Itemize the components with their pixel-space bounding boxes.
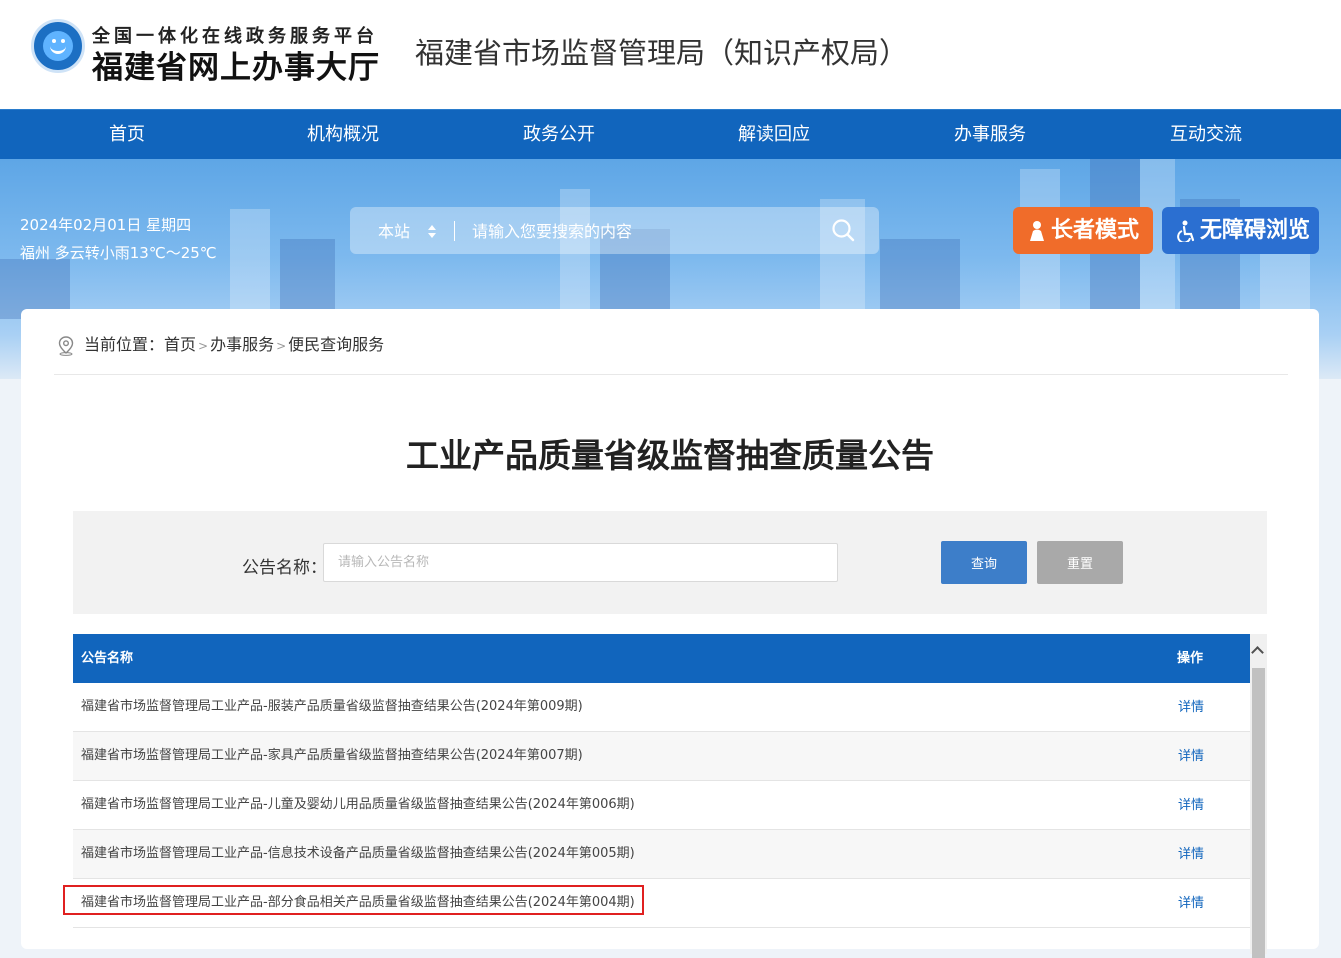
table-row: 福建省市场监督管理局工业产品-家具产品质量省级监督抽查结果公告(2024年第00… — [73, 732, 1250, 781]
table-scrollbar[interactable] — [1250, 634, 1267, 958]
announcement-link[interactable]: 福建省市场监督管理局工业产品-部分食品相关产品质量省级监督抽查结果公告(2024… — [81, 879, 635, 927]
table-row: 福建省市场监督管理局工业产品-部分食品相关产品质量省级监督抽查结果公告(2024… — [63, 879, 1250, 929]
table-row: 福建省市场监督管理局工业产品-儿童及婴幼儿用品质量省级监督抽查结果公告(2024… — [73, 781, 1250, 830]
page-title: 工业产品质量省级监督抽查质量公告 — [406, 436, 934, 475]
table-header: 公告名称 操作 — [73, 634, 1250, 683]
search-scope-select[interactable]: 本站 — [378, 207, 410, 254]
date-weather: 2024年02月01日 星期四 福州 多云转小雨13℃～25℃ — [20, 211, 217, 267]
content-card: 当前位置：首页 > 办事服务 > 便民查询服务 工业产品质量省级监督抽查质量公告 公告名… — [21, 309, 1319, 958]
scroll-up-arrow-icon[interactable] — [1250, 634, 1267, 667]
details-link[interactable]: 详情 — [1178, 732, 1204, 782]
breadcrumb-services[interactable]: 办事服务 — [210, 335, 274, 354]
weather-info: 福州 多云转小雨13℃～25℃ — [20, 244, 217, 262]
site-search: 本站 — [350, 207, 879, 254]
announcement-link[interactable]: 福建省市场监督管理局工业产品-儿童及婴幼儿用品质量省级监督抽查结果公告(2024… — [81, 781, 635, 829]
table-row: 福建省市场监督管理局工业产品-信息技术设备产品质量省级监督抽查结果公告(2024… — [73, 830, 1250, 879]
announcement-link[interactable]: 福建省市场监督管理局工业产品-信息技术设备产品质量省级监督抽查结果公告(2024… — [81, 830, 635, 878]
elder-person-icon — [1030, 221, 1044, 241]
query-button[interactable]: 查询 — [941, 541, 1027, 584]
location-pin-icon — [58, 336, 74, 356]
main-nav: 首页 机构概况 政务公开 解读回应 办事服务 互动交流 — [0, 109, 1341, 160]
details-link[interactable]: 详情 — [1178, 879, 1204, 929]
search-input[interactable] — [470, 215, 804, 248]
nav-item-home[interactable]: 首页 — [19, 110, 235, 160]
breadcrumb-home[interactable]: 首页 — [164, 335, 196, 354]
elder-mode-button[interactable]: 长者模式 — [1013, 207, 1153, 254]
site-header: 全国一体化在线政务服务平台 福建省网上办事大厅 福建省市场监督管理局（知识产权局… — [0, 0, 1341, 109]
column-header-name: 公告名称 — [81, 651, 134, 666]
announcement-name-label: 公告名称： — [242, 558, 327, 578]
nav-item-about[interactable]: 机构概况 — [235, 110, 451, 160]
column-header-action: 操作 — [1177, 651, 1204, 666]
wheelchair-icon — [1177, 220, 1195, 242]
breadcrumb-separator: > — [198, 339, 209, 353]
announcement-name-input[interactable] — [323, 543, 838, 582]
details-link[interactable]: 详情 — [1178, 683, 1204, 733]
breadcrumb-prefix: 当前位置： — [84, 335, 165, 354]
reset-button[interactable]: 重置 — [1037, 541, 1123, 584]
breadcrumb-separator: > — [276, 339, 287, 353]
department-title: 福建省市场监督管理局（知识产权局） — [415, 36, 909, 70]
search-icon[interactable] — [831, 218, 855, 242]
details-link[interactable]: 详情 — [1178, 830, 1204, 880]
accessible-browse-button[interactable]: 无障碍浏览 — [1162, 207, 1319, 254]
accessible-browse-label: 无障碍浏览 — [1200, 218, 1311, 243]
platform-logo-icon[interactable] — [31, 19, 85, 73]
nav-item-interpretation[interactable]: 解读回应 — [666, 110, 882, 160]
scroll-thumb[interactable] — [1252, 668, 1265, 958]
current-date: 2024年02月01日 星期四 — [20, 216, 192, 234]
nav-item-services[interactable]: 办事服务 — [882, 110, 1098, 160]
logo-hall-name[interactable]: 福建省网上办事大厅 — [92, 42, 380, 87]
elder-mode-label: 长者模式 — [1051, 218, 1140, 243]
breadcrumb-divider — [54, 374, 1288, 375]
search-divider — [454, 221, 455, 241]
table-row: 福建省市场监督管理局工业产品-服装产品质量省级监督抽查结果公告(2024年第00… — [73, 683, 1250, 732]
nav-item-gov-affairs[interactable]: 政务公开 — [451, 110, 667, 160]
announcement-table: 公告名称 操作 福建省市场监督管理局工业产品-服装产品质量省级监督抽查结果公告(… — [63, 634, 1250, 929]
announcement-link[interactable]: 福建省市场监督管理局工业产品-服装产品质量省级监督抽查结果公告(2024年第00… — [81, 683, 583, 731]
filter-panel: 公告名称： 查询 重置 — [73, 511, 1267, 614]
nav-item-interaction[interactable]: 互动交流 — [1098, 110, 1314, 160]
details-link[interactable]: 详情 — [1178, 781, 1204, 831]
announcement-link[interactable]: 福建省市场监督管理局工业产品-家具产品质量省级监督抽查结果公告(2024年第00… — [81, 732, 583, 780]
breadcrumb-query-services[interactable]: 便民查询服务 — [288, 335, 384, 354]
